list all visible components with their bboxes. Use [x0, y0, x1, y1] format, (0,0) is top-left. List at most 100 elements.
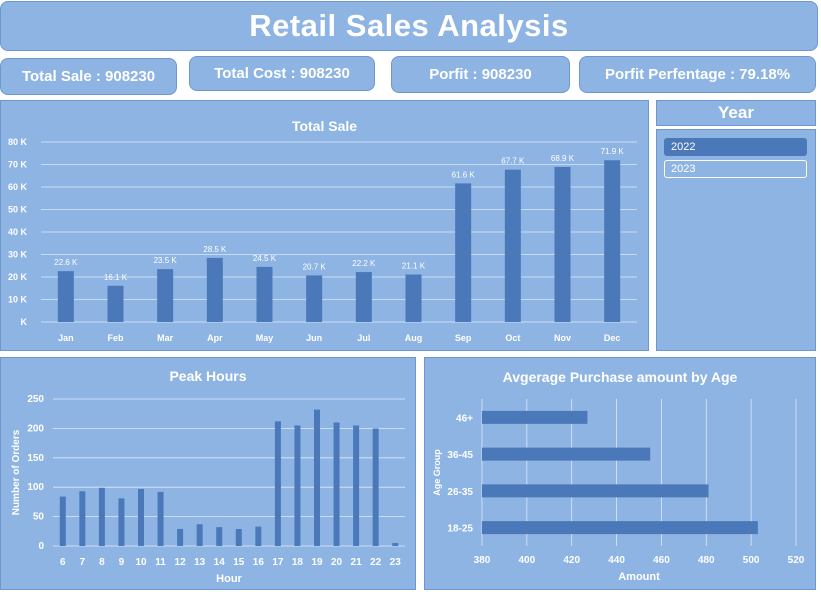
bar-oct: [504, 169, 521, 322]
bar-age-26-35: [482, 484, 709, 498]
x-tick-label: 7: [80, 557, 86, 568]
y-tick-label: 36-45: [447, 450, 473, 461]
y-tick-label: 18-25: [447, 524, 473, 535]
y-tick-label: 40 K: [8, 227, 28, 237]
x-tick-label: Sep: [455, 333, 472, 343]
kpi-profit-percentage: Porfit Perfentage : 79.18%: [579, 56, 816, 93]
bar-hour-20: [333, 422, 340, 546]
x-tick-label: Aug: [405, 333, 423, 343]
bar-apr: [206, 257, 223, 322]
bar-jun: [306, 275, 323, 322]
y-tick-label: 200: [27, 423, 44, 434]
y-tick-label: 150: [27, 453, 44, 464]
x-tick-label: Nov: [554, 333, 571, 343]
bar-nov: [554, 166, 571, 322]
bar-jan: [57, 271, 74, 322]
bar-age-18-25: [482, 521, 758, 535]
data-label: 16.1 K: [104, 273, 128, 282]
bar-mar: [157, 269, 174, 322]
bar-hour-16: [255, 526, 262, 546]
x-tick-label: Jun: [306, 333, 322, 343]
data-label: 20.7 K: [303, 262, 327, 271]
year-slicer-header: Year: [656, 100, 816, 126]
bar-hour-18: [294, 425, 301, 546]
bar-dec: [604, 160, 621, 322]
y-tick-label: 50: [33, 512, 45, 523]
x-tick-label: Mar: [157, 333, 174, 343]
bar-jul: [355, 272, 372, 322]
x-tick-label: 17: [272, 557, 284, 568]
x-tick-label: 460: [653, 555, 670, 566]
x-axis-title: Hour: [216, 573, 242, 585]
peak-hours-panel: Peak Hours 0 50 100 150 200 250 6 7 8 9 10 11 12 13 14…: [0, 357, 416, 590]
bar-age-46+: [482, 410, 588, 424]
bar-hour-17: [274, 421, 281, 546]
x-tick-label: Feb: [107, 333, 124, 343]
bar-hour-12: [177, 528, 184, 546]
x-tick-label: 10: [135, 557, 147, 568]
kpi-total-cost: Total Cost : 908230: [189, 56, 375, 91]
x-tick-label: 6: [60, 557, 66, 568]
data-label: 24.5 K: [253, 254, 277, 263]
data-label: 71.9 K: [601, 147, 625, 156]
x-tick-label: 13: [194, 557, 206, 568]
bar-feb: [107, 285, 124, 322]
x-tick-label: 8: [99, 557, 105, 568]
y-tick-label: 26-35: [447, 487, 473, 498]
total-sale-chart: K 10 K 20 K 30 K 40 K 50 K 60 K 70 K 80 K 22.6 K J…: [8, 137, 637, 343]
y-tick-label: 100: [27, 482, 44, 493]
bar-age-36-45: [482, 447, 651, 461]
bar-hour-15: [235, 528, 242, 546]
y-axis-title: Age Group: [432, 449, 442, 496]
x-tick-label: 440: [608, 555, 625, 566]
bar-hour-7: [79, 491, 86, 546]
y-tick-label: 20 K: [8, 272, 28, 282]
y-tick-label: 80 K: [8, 137, 28, 147]
x-tick-label: 22: [370, 557, 382, 568]
bar-hour-10: [138, 488, 144, 546]
x-axis-title: Amount: [618, 571, 660, 583]
year-slicer: 2022 2023: [656, 129, 816, 351]
y-tick-label: 60 K: [8, 182, 28, 192]
x-tick-label: 9: [119, 557, 125, 568]
bar-sep: [455, 183, 472, 322]
peak-hours-chart: 0 50 100 150 200 250 6 7 8 9 10 11 12 13 14 15 16 17 18 19 2…: [11, 394, 405, 585]
x-tick-label: 420: [563, 555, 580, 566]
bar-aug: [405, 274, 422, 322]
x-tick-label: 500: [743, 555, 760, 566]
y-tick-label: 30 K: [8, 250, 28, 260]
y-tick-label: 50 K: [8, 205, 28, 215]
y-tick-label: 70 K: [8, 160, 28, 170]
x-tick-label: 23: [390, 557, 402, 568]
bar-hour-11: [157, 491, 164, 546]
x-tick-label: 20: [331, 557, 343, 568]
kpi-total-sale: Total Sale : 908230: [0, 58, 177, 95]
x-tick-label: Dec: [604, 333, 621, 343]
x-tick-label: 400: [519, 555, 536, 566]
year-option-2023[interactable]: 2023: [664, 160, 807, 178]
bar-hour-9: [118, 498, 125, 546]
x-tick-label: 18: [292, 557, 304, 568]
data-label: 28.5 K: [203, 245, 227, 254]
avg-purchase-chart: 380 400 420 440 460 480 500 520 46+ 36-45 26-35 18-…: [432, 399, 805, 583]
bar-hour-8: [98, 487, 105, 546]
data-label: 23.5 K: [154, 256, 178, 265]
data-label: 22.2 K: [352, 259, 376, 268]
year-option-2022[interactable]: 2022: [664, 138, 807, 156]
y-tick-label: 46+: [456, 413, 473, 424]
x-tick-label: 12: [175, 557, 187, 568]
x-tick-label: 16: [253, 557, 265, 568]
kpi-profit: Porfit : 908230: [391, 56, 570, 93]
bar-hour-23: [392, 543, 399, 546]
y-tick-label: 0: [38, 541, 44, 552]
x-tick-label: Oct: [505, 333, 520, 343]
y-tick-label: K: [21, 317, 28, 327]
x-tick-label: May: [256, 333, 274, 343]
x-tick-label: Jul: [357, 333, 370, 343]
x-tick-label: Jan: [58, 333, 74, 343]
x-tick-label: 14: [214, 557, 226, 568]
x-tick-label: 380: [474, 555, 491, 566]
bar-hour-14: [216, 527, 223, 546]
data-label: 61.6 K: [452, 170, 476, 179]
x-tick-label: 15: [233, 557, 245, 568]
